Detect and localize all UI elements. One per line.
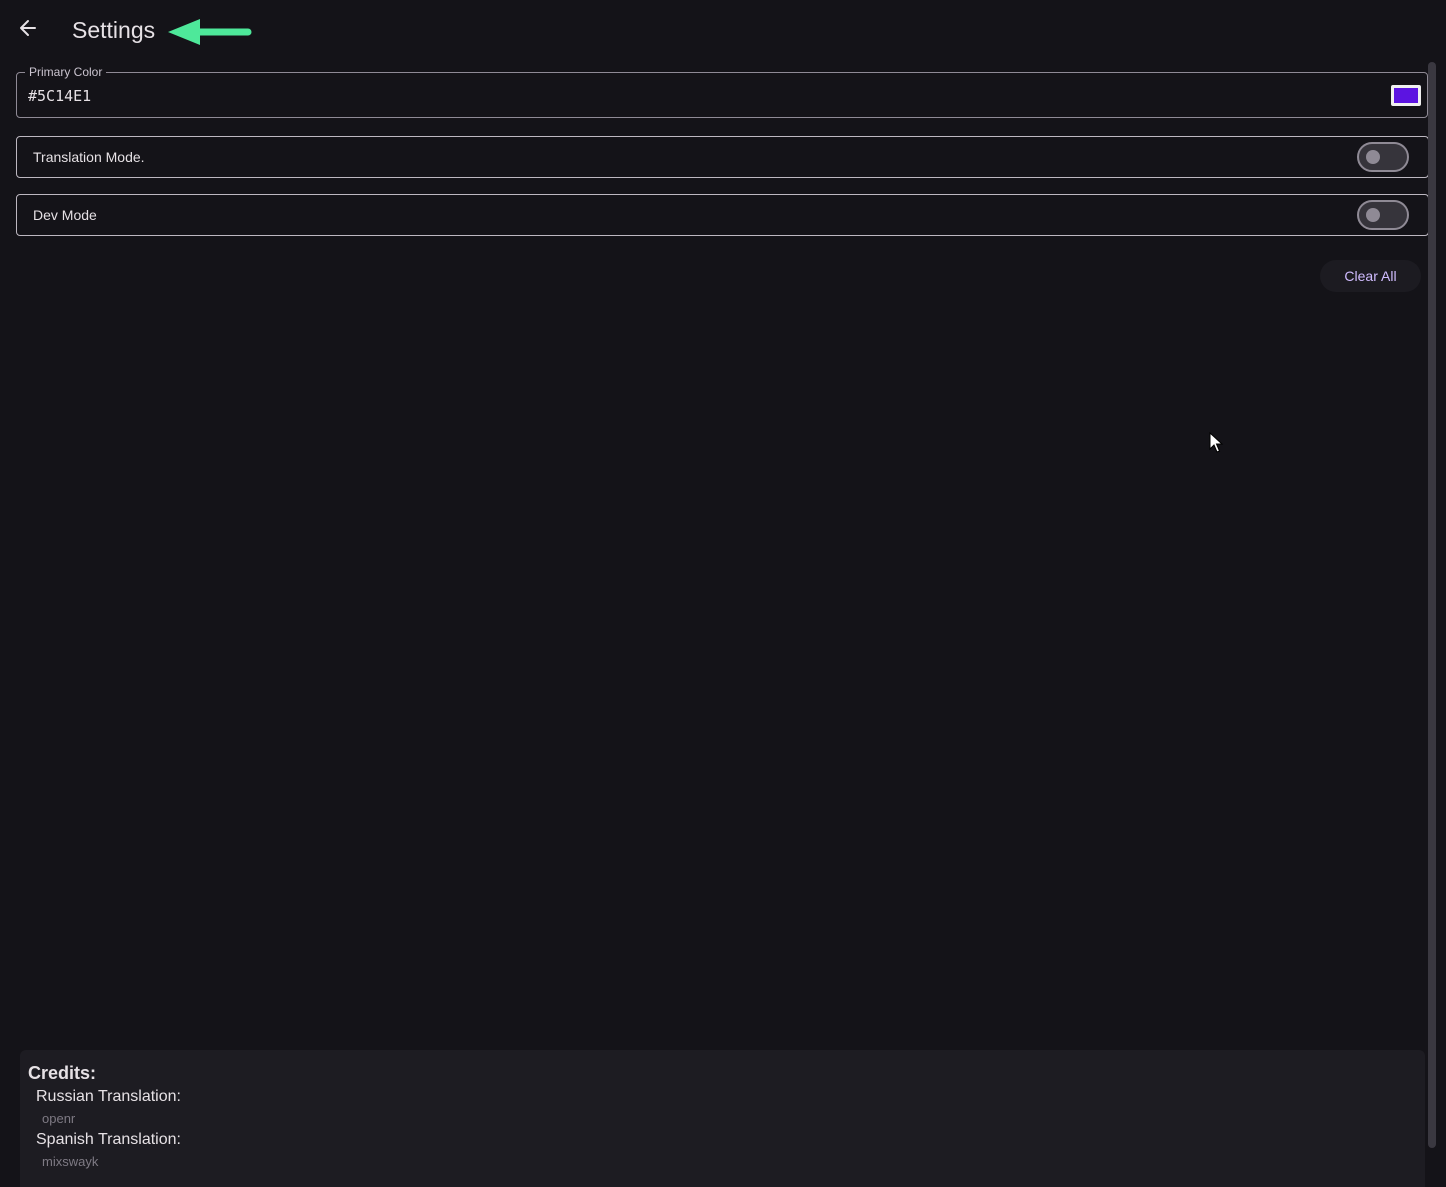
scrollbar-thumb[interactable] xyxy=(1428,62,1436,1148)
scrollbar[interactable] xyxy=(1428,62,1436,1148)
color-swatch-button[interactable] xyxy=(1391,85,1421,106)
primary-color-field[interactable]: Primary Color #5C14E1 xyxy=(16,65,1428,118)
credit-name-spanish: mixswayk xyxy=(42,1154,99,1169)
credits-panel: Credits: Russian Translation: openr Span… xyxy=(20,1050,1425,1187)
credit-heading-spanish: Spanish Translation: xyxy=(36,1131,181,1148)
arrow-left-annotation-icon xyxy=(168,19,252,45)
header: Settings xyxy=(0,0,1446,60)
dev-mode-toggle[interactable] xyxy=(1357,200,1409,230)
primary-color-value[interactable]: #5C14E1 xyxy=(28,87,91,105)
dev-mode-row[interactable]: Dev Mode xyxy=(16,194,1429,236)
toggle-knob xyxy=(1366,150,1380,164)
mouse-cursor-icon xyxy=(1209,432,1224,453)
credit-heading-russian: Russian Translation: xyxy=(36,1088,181,1105)
translation-mode-row[interactable]: Translation Mode. xyxy=(16,136,1429,178)
arrow-back-icon xyxy=(20,20,36,36)
translation-mode-label: Translation Mode. xyxy=(33,149,145,165)
clear-all-button[interactable]: Clear All xyxy=(1320,260,1421,292)
back-button[interactable] xyxy=(14,14,42,42)
toggle-knob xyxy=(1366,208,1380,222)
primary-color-label: Primary Color xyxy=(25,65,107,79)
settings-page: Settings Primary Color #5C14E1 Translati… xyxy=(0,0,1446,1187)
page-title: Settings xyxy=(72,17,156,43)
credits-title: Credits: xyxy=(28,1063,97,1083)
translation-mode-toggle[interactable] xyxy=(1357,142,1409,172)
credit-name-russian: openr xyxy=(42,1111,76,1126)
dev-mode-label: Dev Mode xyxy=(33,207,97,223)
